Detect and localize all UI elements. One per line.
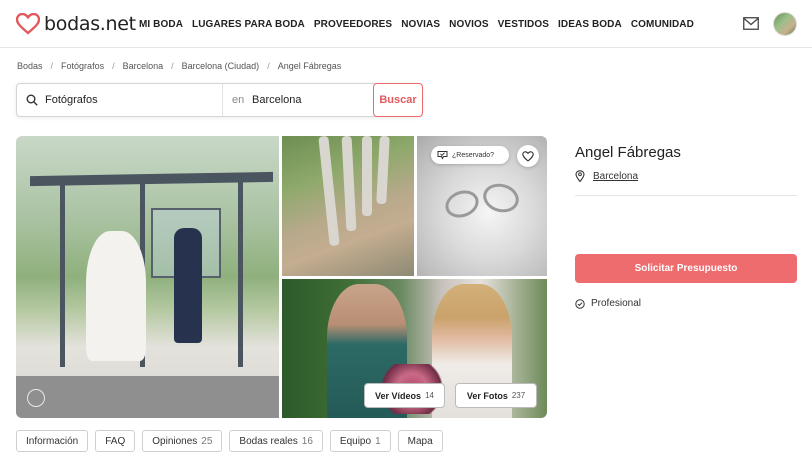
main-photo[interactable] [16, 136, 279, 418]
tab-bodas-reales[interactable]: Bodas reales 16 [229, 430, 323, 452]
vendor-location: Barcelona [575, 170, 638, 182]
photo-detail [30, 171, 273, 187]
breadcrumb-item[interactable]: Bodas [17, 61, 43, 71]
nav-item-ideas-boda[interactable]: IDEAS BODA [558, 19, 622, 30]
breadcrumb-item[interactable]: Barcelona (Ciudad) [182, 61, 260, 71]
professional-badge: Profesional [575, 298, 641, 309]
search-bar: Fotógrafos en Barcelona Buscar [16, 83, 423, 117]
heart-icon [522, 150, 534, 162]
reserved-button[interactable]: ¿Reservado? [431, 146, 509, 164]
nav-item-novias[interactable]: NOVIAS [401, 19, 440, 30]
nav-item-novios[interactable]: NOVIOS [449, 19, 489, 30]
tab-equipo[interactable]: Equipo 1 [329, 430, 391, 452]
breadcrumb-separator: / [171, 61, 174, 71]
check-circle-icon [575, 298, 585, 309]
videos-count: 14 [425, 391, 434, 400]
tab-opiniones[interactable]: Opiniones 25 [142, 430, 223, 452]
tab-label: Mapa [407, 435, 433, 447]
location-pin-icon [575, 170, 585, 182]
road-photo[interactable] [282, 136, 414, 276]
photo-detail [174, 228, 202, 343]
professional-label: Profesional [591, 298, 642, 309]
photo-gallery [16, 136, 547, 418]
tab-label: Bodas reales [239, 435, 298, 447]
search-en-label: en [232, 94, 245, 106]
divider [575, 195, 797, 196]
breadcrumb-separator: / [267, 61, 270, 71]
breadcrumb-item[interactable]: Barcelona [123, 61, 164, 71]
vendor-location-link[interactable]: Barcelona [593, 171, 638, 182]
main-nav: MI BODA LUGARES PARA BODA PROVEEDORES NO… [139, 0, 703, 48]
search-button[interactable]: Buscar [373, 83, 423, 117]
logo-text: bodas.net [44, 13, 136, 35]
photo-detail [16, 376, 279, 418]
tab-count: 25 [201, 435, 213, 447]
tab-label: Equipo [339, 435, 372, 447]
tab-label: Opiniones [152, 435, 198, 447]
breadcrumb: Bodas / Fotógrafos / Barcelona / Barcelo… [17, 61, 341, 71]
search-divider [222, 84, 223, 116]
mail-icon[interactable] [743, 17, 759, 30]
tab-label: FAQ [105, 435, 126, 447]
search-location-input[interactable]: Barcelona [252, 94, 302, 106]
breadcrumb-item[interactable]: Fotógrafos [61, 61, 104, 71]
section-tabs: Información FAQ Opiniones 25 Bodas reale… [16, 430, 450, 452]
nav-item-mi-boda[interactable]: MI BODA [139, 19, 183, 30]
tab-count: 16 [301, 435, 313, 447]
tab-count: 1 [375, 435, 381, 447]
tab-mapa[interactable]: Mapa [397, 430, 443, 452]
photo-detail [341, 136, 357, 232]
tab-label: Información [26, 435, 79, 447]
nav-item-proveedores[interactable]: PROVEEDORES [314, 19, 392, 30]
tab-informacion[interactable]: Información [16, 430, 89, 452]
photo-detail [441, 185, 483, 223]
favorite-button[interactable] [517, 145, 539, 167]
video-play-icon[interactable] [27, 389, 45, 407]
heart-logo-icon [16, 13, 40, 35]
vendor-name: Angel Fábregas [575, 144, 681, 161]
nav-item-lugares[interactable]: LUGARES PARA BODA [192, 19, 305, 30]
tab-faq[interactable]: FAQ [95, 430, 136, 452]
search-category-input[interactable]: Fotógrafos [45, 94, 98, 106]
view-photos-label: Ver Fotos [466, 390, 508, 401]
view-photos-button[interactable]: Ver Fotos 237 [455, 383, 537, 408]
photo-detail [376, 136, 390, 205]
nav-item-vestidos[interactable]: VESTIDOS [498, 19, 549, 30]
view-videos-label: Ver Vídeos [375, 390, 422, 401]
view-videos-button[interactable]: Ver Vídeos 14 [364, 383, 445, 408]
nav-item-comunidad[interactable]: COMUNIDAD [631, 19, 694, 30]
breadcrumb-separator: / [112, 61, 115, 71]
breadcrumb-separator: / [50, 61, 54, 71]
search-icon [26, 94, 38, 106]
photo-detail [60, 182, 65, 367]
avatar[interactable] [773, 12, 797, 36]
request-quote-button[interactable]: Solicitar Presupuesto [575, 254, 797, 283]
photo-detail [238, 182, 243, 367]
photos-count: 237 [511, 391, 526, 400]
photo-detail [86, 231, 146, 361]
reserved-icon [437, 151, 448, 160]
photo-detail [362, 136, 372, 216]
site-header: bodas.net MI BODA LUGARES PARA BODA PROV… [0, 0, 812, 48]
breadcrumb-current: Angel Fábregas [277, 61, 342, 71]
photo-detail [318, 136, 340, 247]
logo[interactable]: bodas.net [16, 11, 136, 37]
reserved-label: ¿Reservado? [452, 151, 495, 159]
photo-detail [479, 179, 523, 217]
